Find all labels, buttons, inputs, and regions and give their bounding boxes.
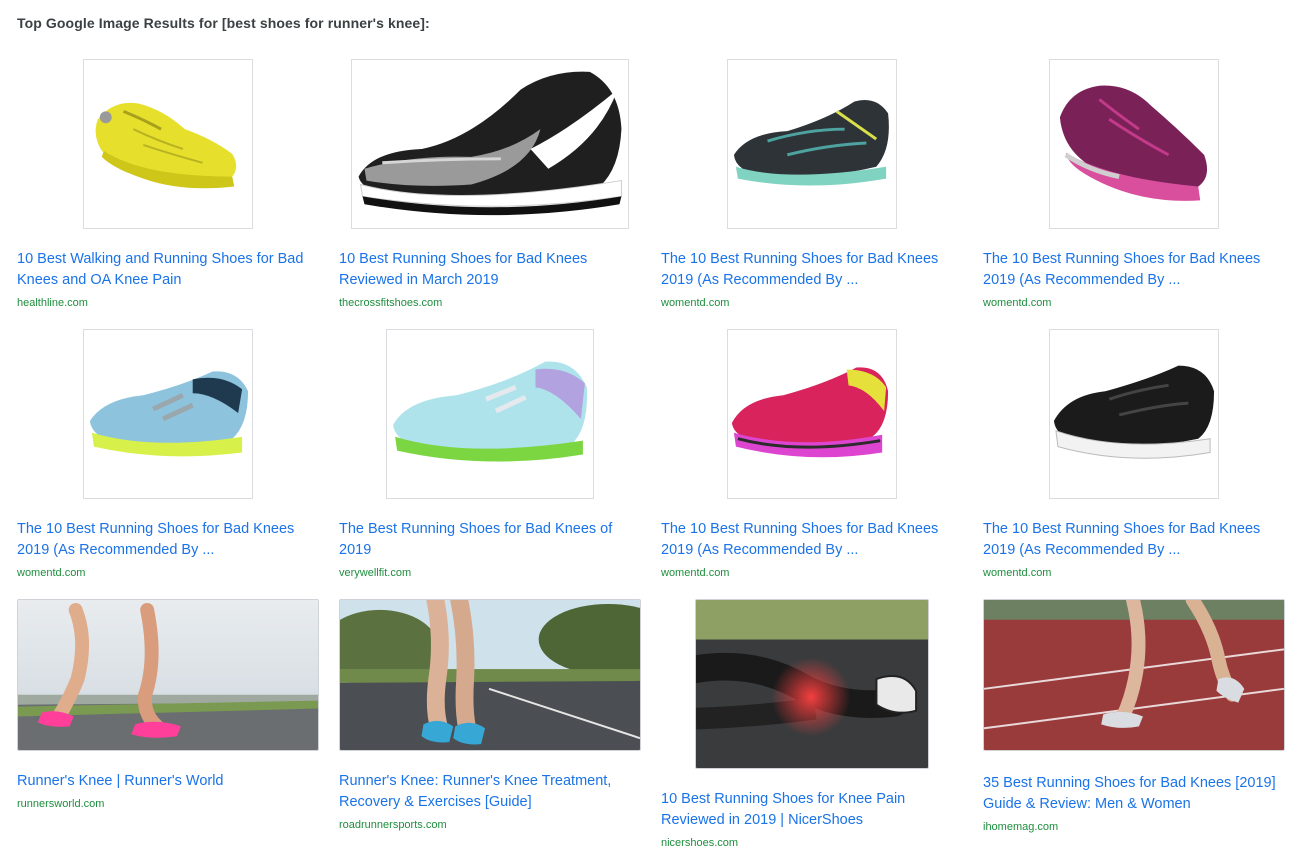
result-image-aqua-shoe[interactable]	[386, 329, 594, 499]
result-image-purple-shoe[interactable]	[1049, 59, 1219, 229]
result-title[interactable]: The 10 Best Running Shoes for Bad Knees …	[983, 249, 1283, 291]
result-domain: womentd.com	[983, 567, 1052, 579]
result-domain: healthline.com	[17, 297, 88, 309]
result-domain: nicershoes.com	[661, 837, 739, 849]
result-domain: ihomemag.com	[983, 821, 1059, 833]
result-image-runner-holding-knee-photo[interactable]	[339, 599, 641, 751]
result-title[interactable]: The 10 Best Running Shoes for Bad Knees …	[983, 519, 1283, 561]
result-image-black-shoe[interactable]	[1049, 329, 1219, 499]
result-domain: womentd.com	[661, 567, 730, 579]
result-domain: runnersworld.com	[17, 798, 105, 810]
result-domain: thecrossfitshoes.com	[339, 297, 443, 309]
result-title[interactable]: The 10 Best Running Shoes for Bad Knees …	[661, 519, 961, 561]
result-image-runner-on-track-photo[interactable]	[983, 599, 1285, 751]
result-domain: womentd.com	[661, 297, 730, 309]
result-domain: womentd.com	[17, 567, 86, 579]
result-domain: womentd.com	[983, 297, 1052, 309]
results-heading: Top Google Image Results for [best shoes…	[17, 15, 430, 31]
result-title[interactable]: 10 Best Running Shoes for Knee Pain Revi…	[661, 789, 961, 831]
result-domain: roadrunnersports.com	[339, 819, 447, 831]
result-image-black-white-shoe[interactable]	[351, 59, 629, 229]
result-image-yellow-shoe[interactable]	[83, 59, 253, 229]
result-title[interactable]: The Best Running Shoes for Bad Knees of …	[339, 519, 639, 561]
result-title[interactable]: 35 Best Running Shoes for Bad Knees [201…	[983, 773, 1283, 815]
result-title[interactable]: The 10 Best Running Shoes for Bad Knees …	[17, 519, 317, 561]
result-domain: verywellfit.com	[339, 567, 412, 579]
result-title[interactable]: Runner's Knee | Runner's World	[17, 771, 317, 792]
result-title[interactable]: 10 Best Walking and Running Shoes for Ba…	[17, 249, 317, 291]
result-title[interactable]: 10 Best Running Shoes for Bad Knees Revi…	[339, 249, 639, 291]
result-title[interactable]: Runner's Knee: Runner's Knee Treatment, …	[339, 771, 639, 813]
result-title[interactable]: The 10 Best Running Shoes for Bad Knees …	[661, 249, 961, 291]
result-image-pink-red-shoe[interactable]	[727, 329, 897, 499]
result-image-knee-pain-glow-photo[interactable]	[695, 599, 929, 769]
result-image-light-blue-shoe[interactable]	[83, 329, 253, 499]
result-image-black-mint-shoe[interactable]	[727, 59, 897, 229]
result-image-runner-legs-photo[interactable]	[17, 599, 319, 751]
